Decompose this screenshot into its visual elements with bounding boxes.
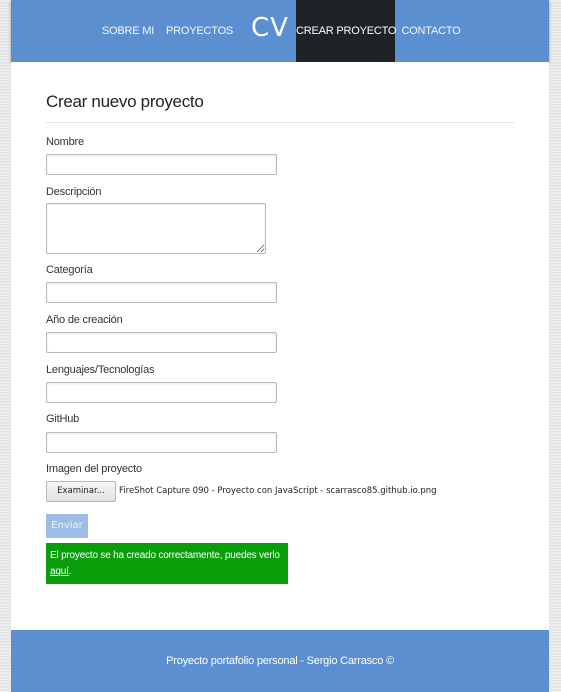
descripcion-label: Descripción xyxy=(46,186,102,198)
success-alert-text: El proyecto se ha creado correctamente, … xyxy=(50,550,280,561)
page-title: Crear nuevo proyecto xyxy=(46,92,204,111)
cv-logo[interactable]: CV xyxy=(251,0,289,62)
top-navbar: SOBRE MI PROYECTOS CV CREAR PROYECTO CON… xyxy=(11,0,549,62)
success-alert-suffix: . xyxy=(68,566,72,577)
nav-item-proyectos[interactable]: PROYECTOS xyxy=(166,0,233,62)
anio-label: Año de creación xyxy=(46,314,123,326)
browse-file-button[interactable]: Examinar... xyxy=(46,481,116,502)
imagen-label: Imagen del proyecto xyxy=(46,463,142,475)
nombre-input[interactable] xyxy=(46,154,277,175)
categoria-input[interactable] xyxy=(46,282,277,303)
success-alert: El proyecto se ha creado correctamente, … xyxy=(46,543,288,584)
lenguajes-input[interactable] xyxy=(46,382,277,403)
nav-item-crear-proyecto[interactable]: CREAR PROYECTO xyxy=(296,0,396,62)
footer-text: Proyecto portafolio personal - Sergio Ca… xyxy=(166,655,394,667)
selected-file-name: FireShot Capture 090 - Proyecto con Java… xyxy=(119,486,437,496)
descripcion-textarea[interactable] xyxy=(46,203,266,254)
footer: Proyecto portafolio personal - Sergio Ca… xyxy=(11,630,549,692)
github-input[interactable] xyxy=(46,432,277,453)
title-divider xyxy=(46,122,514,123)
anio-input[interactable] xyxy=(46,332,277,353)
nav-item-contacto[interactable]: CONTACTO xyxy=(401,0,461,62)
github-label: GitHub xyxy=(46,413,80,425)
view-project-link[interactable]: aquí xyxy=(50,566,69,577)
categoria-label: Categoría xyxy=(46,264,93,276)
nav-item-sobre-mi[interactable]: SOBRE MI xyxy=(98,0,158,62)
nombre-label: Nombre xyxy=(46,136,84,148)
submit-button[interactable]: Enviar xyxy=(46,514,88,538)
main-content: Crear nuevo proyecto Nombre Descripción … xyxy=(11,62,549,630)
lenguajes-label: Lenguajes/Tecnologías xyxy=(46,364,155,376)
